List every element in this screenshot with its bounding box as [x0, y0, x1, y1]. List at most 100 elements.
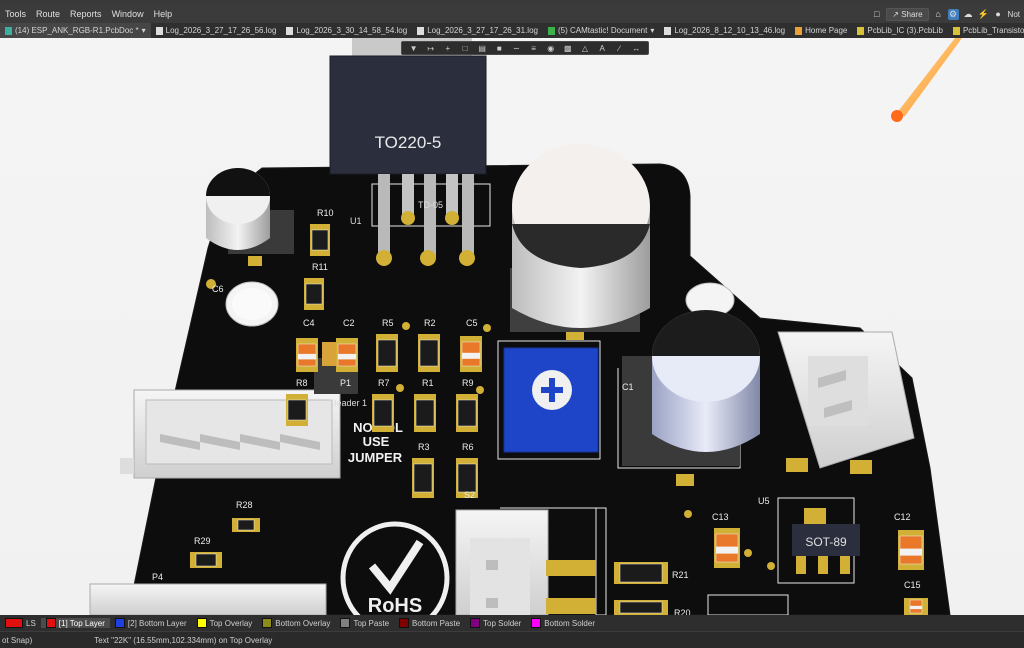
refdes-label: R2	[424, 318, 436, 328]
via-icon[interactable]: ◉	[546, 44, 556, 53]
smd-part[interactable]	[376, 334, 398, 372]
tab-dropdown-icon[interactable]: ▾	[650, 26, 654, 35]
feedback-icon[interactable]: □	[871, 9, 882, 20]
dimension-icon[interactable]: ↔	[631, 44, 641, 53]
line-icon[interactable]: ∕	[614, 44, 624, 53]
doc-tab[interactable]: PcbLib_Transistor (3).PcbLib	[948, 23, 1024, 38]
tab-dropdown-icon[interactable]: ▾	[142, 26, 146, 35]
refdes-label: C13	[712, 512, 729, 522]
cloud-icon[interactable]: ☁	[963, 9, 974, 20]
text-icon[interactable]: A	[597, 44, 607, 53]
refdes-label: R21	[672, 570, 689, 580]
refdes-label: C1	[622, 382, 634, 392]
refdes-label: R29	[194, 536, 211, 546]
capacitor-band	[338, 353, 356, 360]
smd-part[interactable]	[296, 338, 318, 372]
potentiometer-blue[interactable]	[503, 347, 599, 453]
menu-right-tools: □ ↗ Share ⌂ ⚙ ☁ ⚡ ● Not	[871, 7, 1024, 21]
smd-part[interactable]	[456, 394, 478, 432]
doc-tab[interactable]: (14) ESP_ANK_RGB-R1.PcbDoc * ▾	[0, 23, 151, 38]
layer-label: Bottom Overlay	[275, 618, 331, 628]
pcb-3d-viewport[interactable]: TO220-5 TD-05 SOT-89 RoHS NO USE JUMPER …	[0, 38, 1024, 615]
interactive-route-icon[interactable]: ∽	[511, 44, 521, 53]
menu-tools[interactable]: Tools	[0, 9, 31, 19]
align-icon[interactable]: ▤	[477, 44, 487, 53]
connector-p4[interactable]	[89, 583, 327, 615]
smd-part[interactable]	[460, 336, 482, 372]
smd-part[interactable]	[418, 334, 440, 372]
capacitor-electrolytic-large[interactable]	[510, 144, 650, 332]
polygon-icon[interactable]: △	[580, 44, 590, 53]
snap-status: ot Snap)	[2, 635, 33, 645]
document-icon	[952, 26, 960, 35]
smd-part[interactable]	[336, 338, 358, 372]
layer-tab[interactable]: [1] Top Layer	[40, 618, 110, 628]
layer-label: LS	[26, 618, 36, 628]
layer-label: [1] Top Layer	[58, 618, 105, 628]
layer-tab[interactable]: Top Solder	[465, 618, 526, 628]
doc-tab[interactable]: (5) CAMtastic! Document ▾	[543, 23, 659, 38]
doc-tab[interactable]: Log_2026_3_30_14_58_54.log	[281, 23, 412, 38]
doc-tab-label: (14) ESP_ANK_RGB-R1.PcbDoc *	[15, 26, 139, 35]
refdes-label: U5	[758, 496, 770, 506]
component-icon[interactable]: ■	[494, 44, 504, 53]
share-button[interactable]: ↗ Share	[886, 7, 929, 21]
layer-tab[interactable]: Bottom Paste	[394, 618, 465, 628]
layer-tab[interactable]: Bottom Solder	[526, 618, 600, 628]
document-tabs: (14) ESP_ANK_RGB-R1.PcbDoc * ▾ Log_2026_3_…	[0, 23, 1024, 39]
diff-pair-icon[interactable]: ≡	[529, 44, 539, 53]
crosshair-icon[interactable]: +	[443, 44, 453, 53]
smd-part[interactable]	[304, 278, 324, 310]
select-rect-icon[interactable]: □	[460, 44, 470, 53]
board-note-line2: USE	[363, 434, 390, 449]
smd-part[interactable]	[414, 394, 436, 432]
filter-icon[interactable]: ▼	[409, 44, 419, 53]
smd-part[interactable]	[614, 600, 668, 615]
resistor-body	[413, 463, 433, 493]
resistor-body	[457, 463, 477, 493]
menu-reports[interactable]: Reports	[65, 9, 107, 19]
menu-bar: Tools Route Reports Window Help □ ↗ Shar…	[0, 5, 1024, 23]
menu-help[interactable]: Help	[149, 9, 178, 19]
layer-tab[interactable]: Top Paste	[335, 618, 394, 628]
layer-tab[interactable]: LS	[0, 618, 41, 628]
settings-gear-icon[interactable]: ⚙	[947, 8, 959, 20]
layer-color-swatch	[470, 618, 481, 628]
layer-tab[interactable]: [2] Bottom Layer	[110, 618, 192, 628]
smd-part[interactable]	[904, 598, 928, 615]
menu-route[interactable]: Route	[31, 9, 65, 19]
smd-part[interactable]	[614, 562, 668, 584]
doc-tab[interactable]: Log_2026_3_27_17_26_56.log	[151, 23, 282, 38]
smd-part[interactable]	[286, 394, 308, 426]
document-icon	[547, 26, 555, 35]
menu-window[interactable]: Window	[107, 9, 149, 19]
resistor-body	[311, 229, 329, 251]
user-icon[interactable]: ●	[993, 9, 1004, 20]
smd-part[interactable]	[898, 530, 924, 570]
smd-part[interactable]	[310, 224, 330, 256]
doc-tab[interactable]: Home Page	[790, 23, 852, 38]
layer-color-swatch	[262, 618, 273, 628]
doc-tab[interactable]: PcbLib_IC (3).PcbLib	[852, 23, 948, 38]
doc-tab-label: Log_2026_3_30_14_58_54.log	[296, 26, 408, 35]
resistor-body	[377, 339, 397, 367]
layer-label: Top Solder	[483, 618, 522, 628]
layer-tab[interactable]: Bottom Overlay	[257, 618, 335, 628]
smd-part[interactable]	[232, 518, 260, 532]
smd-part[interactable]	[714, 528, 740, 568]
rohs-text: RoHS	[368, 595, 422, 615]
doc-tab[interactable]: Log_2026_3_27_17_26_31.log	[412, 23, 543, 38]
active-bar: ▼ ↦ + □ ▤ ■ ∽ ≡ ◉ ▩ △ A ∕ ↔	[401, 41, 649, 55]
doc-tab[interactable]: Log_2026_8_12_10_13_46.log	[659, 23, 790, 38]
layer-tab[interactable]: Top Overlay	[192, 618, 258, 628]
notifications-icon[interactable]: ⚡	[977, 9, 988, 20]
home-icon[interactable]: ⌂	[933, 9, 944, 20]
capacitor-band	[462, 352, 480, 359]
layer-color-swatch	[45, 618, 56, 628]
smd-part[interactable]	[412, 458, 434, 498]
route-icon[interactable]: ↦	[426, 44, 436, 53]
resistor-body	[195, 553, 217, 567]
fill-icon[interactable]: ▩	[563, 44, 573, 53]
smd-part[interactable]	[190, 552, 222, 568]
smd-part[interactable]	[372, 394, 394, 432]
